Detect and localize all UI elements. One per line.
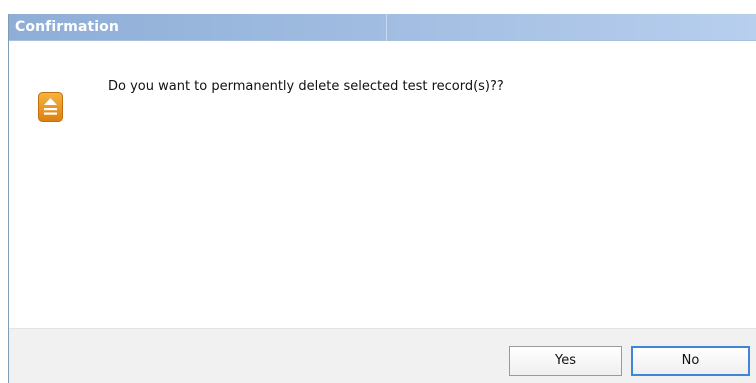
no-button[interactable]: No xyxy=(631,346,750,376)
yes-button[interactable]: Yes xyxy=(509,346,622,376)
confirmation-dialog: Confirmation Do you want to permanently … xyxy=(8,14,756,383)
dialog-title: Confirmation xyxy=(15,19,119,35)
title-bar-divider xyxy=(386,14,387,41)
title-bar[interactable]: Confirmation xyxy=(9,14,756,41)
confirmation-message: Do you want to permanently delete select… xyxy=(108,79,504,94)
dialog-content: Do you want to permanently delete select… xyxy=(9,41,756,332)
warning-icon xyxy=(38,92,63,122)
